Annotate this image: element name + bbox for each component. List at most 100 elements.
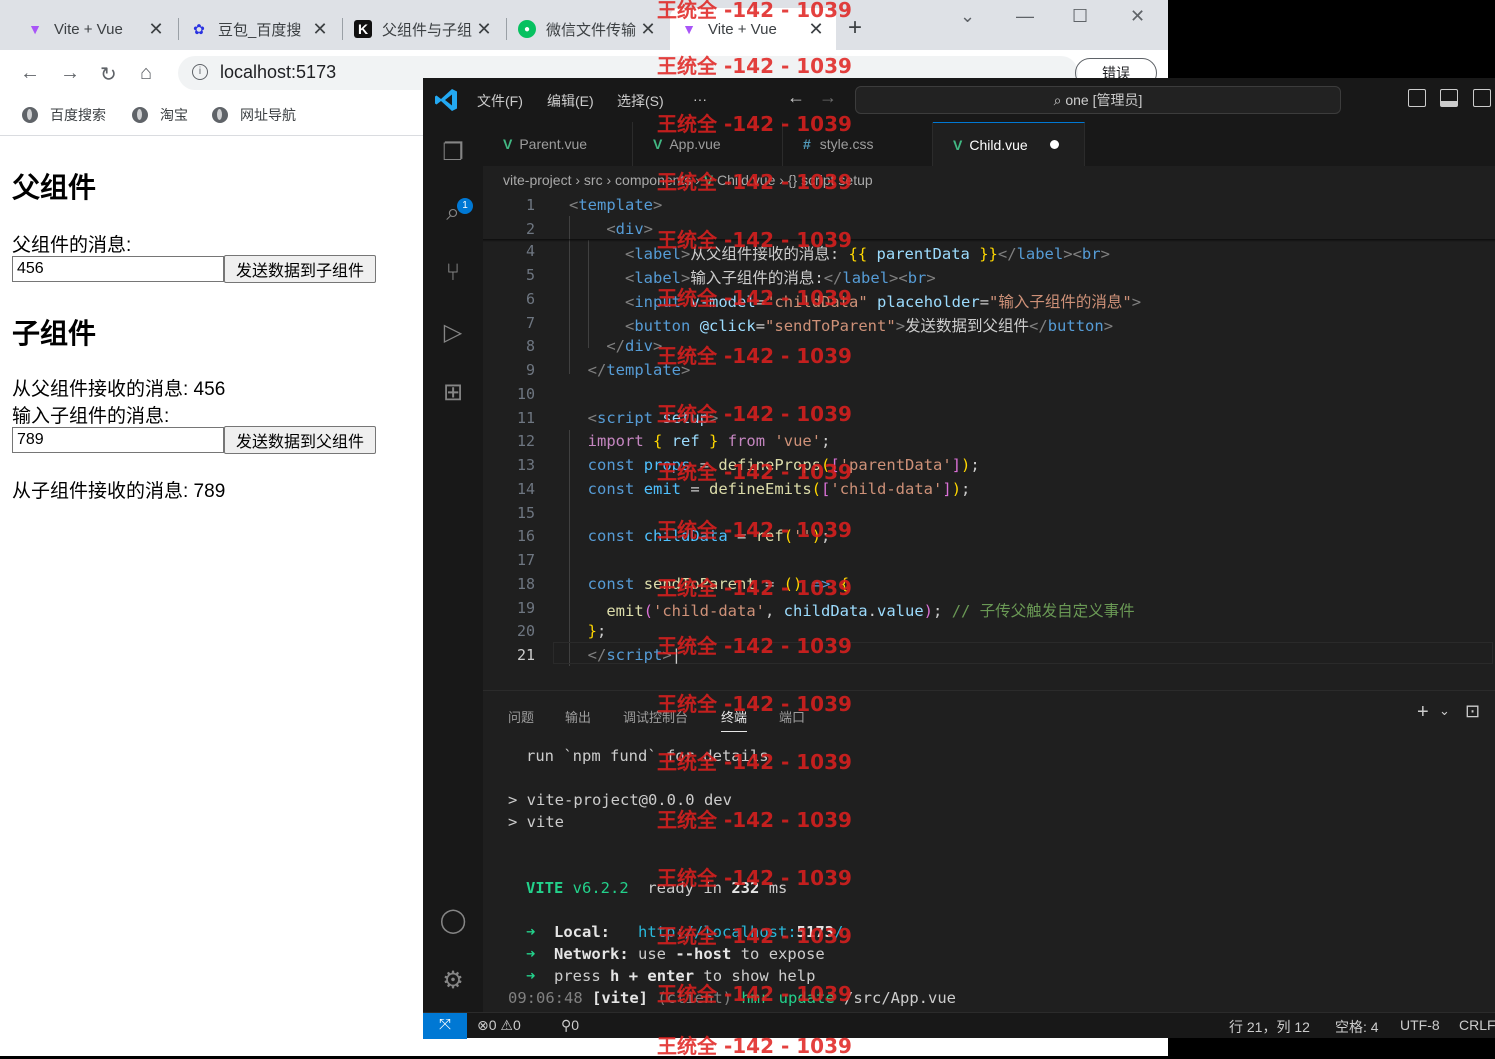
browser-tab[interactable]: ● 微信文件传输 ✕ <box>508 8 668 50</box>
nav-back-icon[interactable]: ← <box>787 87 805 108</box>
send-to-child-button[interactable]: 发送数据到子组件 <box>224 255 376 283</box>
line-number: 7 <box>525 314 535 332</box>
code-line: <button @click="sendToParent">发送数据到父组件</… <box>625 317 1114 335</box>
terminal-line: ➜ press h + enter to show help <box>526 967 816 985</box>
menu-selection[interactable]: 选择(S) <box>617 91 664 111</box>
back-icon[interactable]: ← <box>20 62 40 85</box>
vite-icon: ▼ <box>28 21 42 37</box>
vue-file-icon: V <box>953 136 963 153</box>
minimize-icon[interactable]: — <box>1016 6 1034 27</box>
vue-file-icon: V <box>503 136 513 152</box>
source-control-icon[interactable]: ⑂ <box>438 258 468 288</box>
unsaved-dot-icon[interactable] <box>1049 140 1059 149</box>
line-number: 6 <box>525 290 535 308</box>
line-number: 11 <box>516 409 535 427</box>
menu-edit[interactable]: 编辑(E) <box>547 91 594 111</box>
parent-message-label: 父组件的消息: <box>12 235 132 256</box>
editor-tabs: V Parent.vue V App.vue # style.css V Chi… <box>483 122 1495 166</box>
breadcrumb-item[interactable]: {} script setup <box>788 172 873 188</box>
encoding-status[interactable]: UTF-8 <box>1400 1017 1440 1033</box>
breadcrumb-item[interactable]: src <box>584 172 603 188</box>
close-icon[interactable]: ✕ <box>474 19 494 40</box>
line-number: 17 <box>516 551 535 569</box>
maximize-icon[interactable]: ☐ <box>1072 6 1088 27</box>
problems-status[interactable]: ⊗0 ⚠0 <box>477 1017 521 1034</box>
remote-indicator-icon[interactable]: ⤧ <box>423 1013 467 1039</box>
browser-tab[interactable]: ▼ Vite + Vue ✕ <box>16 8 176 50</box>
line-number: 2 <box>525 220 535 238</box>
close-icon[interactable]: ✕ <box>806 19 826 40</box>
settings-gear-icon[interactable]: ⚙ <box>438 966 468 996</box>
tab-search-icon[interactable]: ⌄ <box>960 6 975 27</box>
forward-icon[interactable]: → <box>60 62 80 85</box>
close-icon[interactable]: ✕ <box>310 19 330 40</box>
send-to-parent-button[interactable]: 发送数据到父组件 <box>224 426 376 454</box>
indentation-status[interactable]: 空格: 4 <box>1335 1017 1379 1037</box>
bookmark-item[interactable]: 百度搜索 <box>22 105 106 125</box>
parent-received-text: 从子组件接收的消息: 789 <box>12 481 226 502</box>
terminal-output[interactable]: run `npm fund` for details > vite-projec… <box>483 691 1495 1013</box>
parent-message-input[interactable] <box>12 256 224 282</box>
code-line: </script>| <box>587 646 682 664</box>
menu-more[interactable]: ··· <box>693 91 707 107</box>
code-line: </div> <box>606 337 663 355</box>
tab-title: 父组件与子组 <box>382 21 473 39</box>
browser-tab[interactable]: K 父组件与子组 ✕ <box>344 8 504 50</box>
close-window-icon[interactable]: ✕ <box>1130 6 1145 27</box>
command-center-search[interactable]: ⌕ one [管理员] <box>855 86 1341 114</box>
breadcrumb-item[interactable]: vite-project <box>503 172 571 188</box>
editor-tab[interactable]: # style.css <box>783 122 933 166</box>
account-icon[interactable]: ◯ <box>438 906 468 936</box>
line-number: 12 <box>516 432 535 450</box>
child-message-input[interactable] <box>12 427 224 453</box>
bookmark-item[interactable]: 网址导航 <box>212 105 296 125</box>
breadcrumb-item[interactable]: components <box>615 172 691 188</box>
editor-tab-label: style.css <box>819 136 874 152</box>
tab-title: Vite + Vue <box>54 20 123 38</box>
menu-file[interactable]: 文件(F) <box>477 91 523 111</box>
breadcrumb-item[interactable]: Child.vue <box>717 172 775 188</box>
editor-tab[interactable]: V App.vue <box>633 122 783 166</box>
ports-status[interactable]: ⚲0 <box>561 1017 579 1034</box>
code-line: const sendToParent = () => { <box>587 575 850 593</box>
reload-icon[interactable]: ↻ <box>100 62 117 87</box>
run-debug-icon[interactable]: ▷ <box>438 318 468 348</box>
editor-tab-label: Parent.vue <box>519 136 588 152</box>
new-tab-button[interactable]: + <box>848 14 862 42</box>
address-url[interactable]: localhost:5173 <box>220 62 336 83</box>
child-message-label: 输入子组件的消息: <box>12 406 170 427</box>
terminal-line: > vite-project@0.0.0 dev <box>508 791 732 809</box>
chevron-right-icon: › <box>575 172 584 188</box>
toggle-panel-icon[interactable] <box>1440 89 1458 107</box>
k-icon: K <box>354 20 372 38</box>
close-icon[interactable]: ✕ <box>638 19 658 40</box>
toggle-sidebar-icon[interactable] <box>1408 89 1426 107</box>
chevron-right-icon: › <box>779 172 788 188</box>
home-icon[interactable]: ⌂ <box>140 62 152 85</box>
bottom-panel: 问题 输出 调试控制台 终端 端口 + ⌄ ⊡ run `npm fund` f… <box>483 690 1495 1013</box>
browser-tab-active[interactable]: ▼ Vite + Vue ✕ <box>670 8 836 50</box>
line-number: 15 <box>516 504 535 522</box>
cursor-position[interactable]: 行 21，列 12 <box>1229 1017 1310 1037</box>
tab-title: 豆包_百度搜 <box>218 21 302 39</box>
bookmark-label: 百度搜索 <box>50 107 106 123</box>
current-line-highlight <box>553 642 1493 664</box>
browser-tab[interactable]: ✿ 豆包_百度搜 ✕ <box>180 8 340 50</box>
bookmark-item[interactable]: 淘宝 <box>132 105 188 125</box>
editor-tab[interactable]: V Parent.vue <box>483 122 633 166</box>
explorer-icon[interactable]: ❐ <box>438 138 468 168</box>
chevron-right-icon: › <box>695 172 704 188</box>
vue-file-icon: V <box>703 172 714 188</box>
code-editor[interactable]: 1 2 4 5 6 7 8 9 10 11 12 13 14 15 16 17 … <box>483 194 1495 674</box>
close-icon[interactable]: ✕ <box>146 19 166 40</box>
code-line: <input v-model="childData" placeholder="… <box>625 293 1142 311</box>
info-icon[interactable]: i <box>192 64 208 80</box>
eol-status[interactable]: CRLF <box>1459 1017 1495 1033</box>
search-icon[interactable]: ⌕ <box>438 198 468 228</box>
editor-tab-active[interactable]: V Child.vue <box>933 122 1085 166</box>
toggle-secondary-sidebar-icon[interactable] <box>1473 89 1491 107</box>
nav-forward-icon[interactable]: → <box>819 87 837 108</box>
extensions-icon[interactable]: ⊞ <box>438 378 468 408</box>
terminal-line: > vite <box>508 813 564 831</box>
line-number: 4 <box>525 242 535 260</box>
